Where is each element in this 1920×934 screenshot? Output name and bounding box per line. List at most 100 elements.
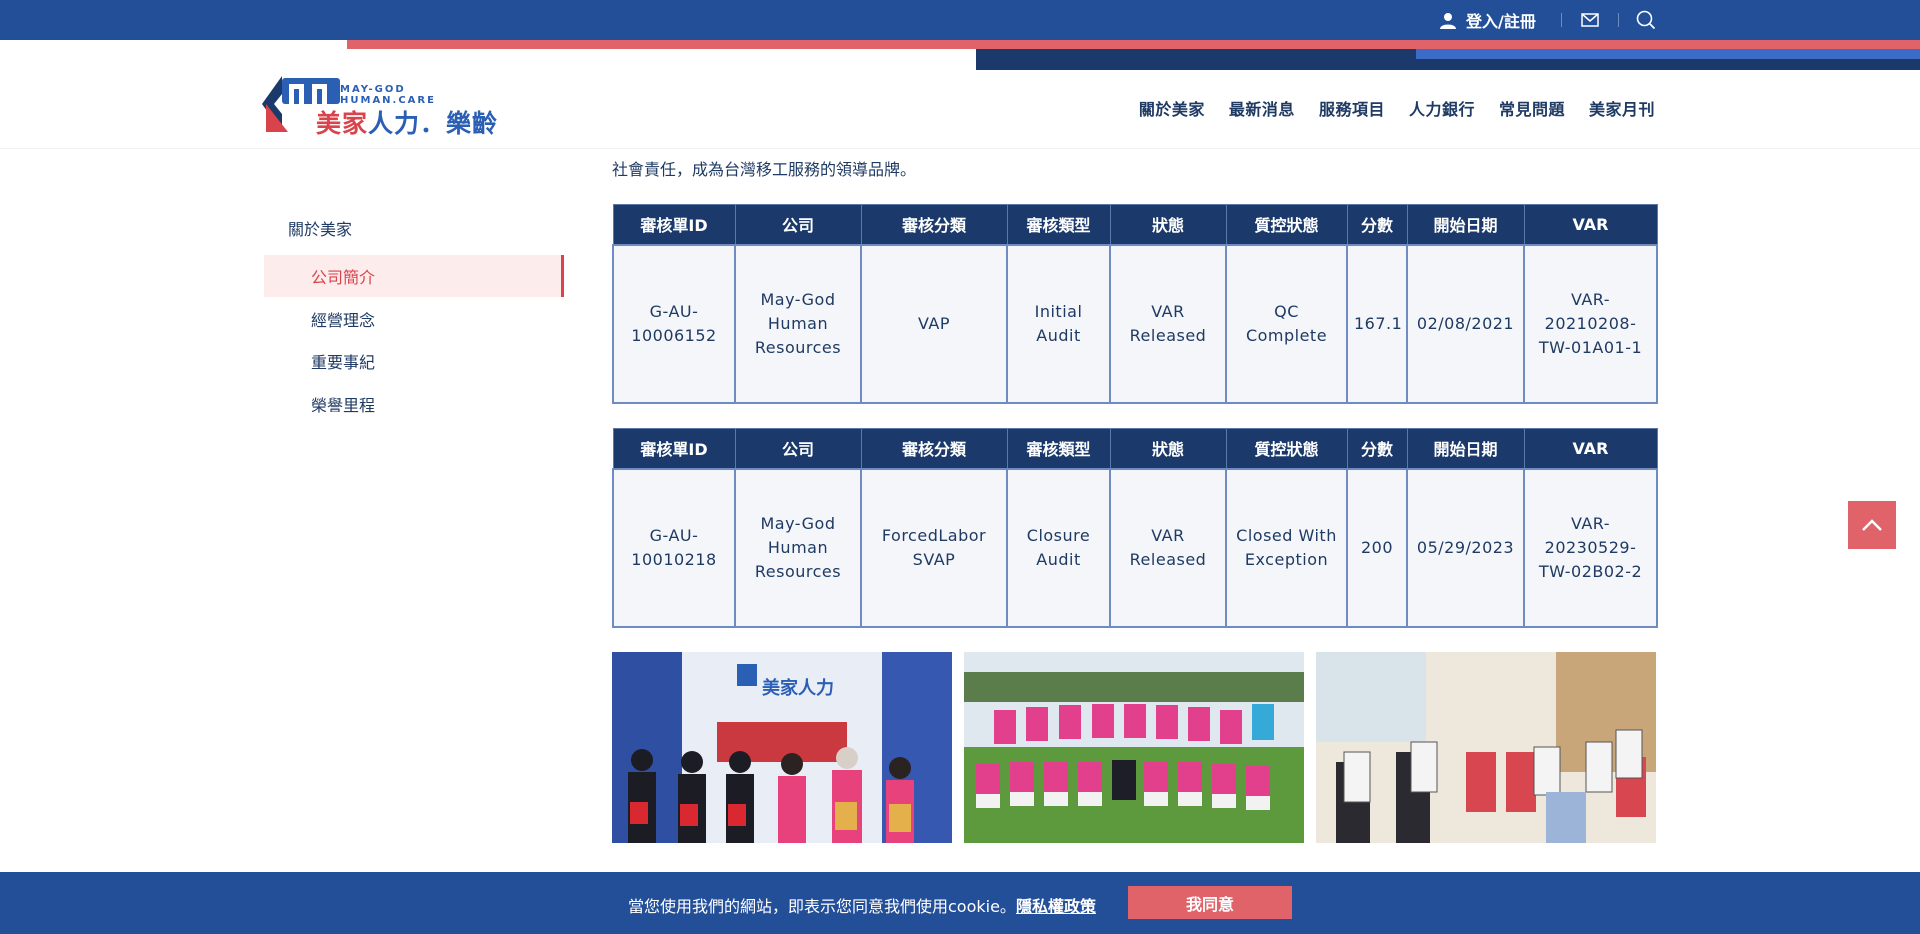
- cell-line: Human: [767, 313, 829, 333]
- column-header: 狀態: [1109, 204, 1227, 245]
- nav-item-monthly[interactable]: 美家月刊: [1589, 96, 1655, 120]
- cell-line: Resources: [754, 561, 842, 581]
- main-nav: 關於美家 最新消息 服務項目 人力銀行 常見問題 美家月刊: [1139, 96, 1655, 120]
- divider: [1561, 13, 1562, 27]
- brand-zh-blue: 人力: [368, 109, 421, 138]
- column-header: 狀態: [1109, 428, 1227, 469]
- cell-line: TW-02B02-2: [1538, 561, 1643, 581]
- mail-icon[interactable]: [1578, 9, 1602, 31]
- cell-line: G-AU-: [649, 525, 699, 545]
- table-cell: 02/08/2021: [1406, 243, 1525, 404]
- table-cell: VAP: [860, 243, 1008, 404]
- cell-line: 02/08/2021: [1416, 313, 1515, 333]
- cell-line: May-God: [760, 289, 836, 309]
- chevron-up-icon: [1862, 519, 1882, 531]
- column-header: 審核單ID: [612, 428, 736, 469]
- sidebar-item-company-intro[interactable]: 公司簡介: [264, 255, 564, 297]
- table-cell: 167.1: [1346, 243, 1408, 404]
- audit-table: 審核單ID 公司 審核分類 審核類型 狀態 質控狀態 分數 開始日期 VAR G-AU- 10010…: [612, 428, 1658, 628]
- nav-item-job-bank[interactable]: 人力銀行: [1409, 96, 1475, 120]
- cell-line: 167.1: [1354, 313, 1403, 333]
- cell-line: 20210208-: [1544, 313, 1637, 333]
- brand-en-line1: MAY-GOD: [340, 84, 406, 95]
- login-register-link[interactable]: 登入/註冊: [1440, 0, 1536, 40]
- back-to-top-button[interactable]: [1848, 501, 1896, 549]
- cell-line: Complete: [1245, 325, 1328, 345]
- sidebar-title: 關於美家: [288, 220, 353, 239]
- nav-item-news[interactable]: 最新消息: [1229, 96, 1295, 120]
- table-row: G-AU- 10006152 May-God Human Resources VAP Ini…: [612, 243, 1658, 404]
- nav-item-about[interactable]: 關於美家: [1139, 96, 1205, 120]
- brand-zh-tail: ．樂齡: [420, 109, 499, 138]
- cell-line: Resources: [754, 337, 842, 357]
- cell-line: Audit: [1036, 549, 1081, 569]
- sidebar-item-honors[interactable]: 榮譽里程: [264, 383, 564, 425]
- table-cell: 05/29/2023: [1406, 467, 1525, 628]
- cookie-consent-bar: 當您使用我們的網站，即表示您同意我們使用cookie。隱私權政策 我同意: [0, 872, 1920, 934]
- decor-stripe-blue: [1416, 49, 1920, 59]
- privacy-policy-link[interactable]: 隱私權政策: [1016, 897, 1096, 916]
- table-cell: 200: [1346, 467, 1408, 628]
- intro-text: 社會責任，成為台灣移工服務的領導品牌。: [612, 160, 917, 179]
- cell-line: Closure: [1026, 525, 1091, 545]
- column-header: 質控狀態: [1225, 428, 1348, 469]
- brand-english: MAY-GOD HUMAN.CARE: [340, 84, 434, 106]
- table-cell: QC Complete: [1225, 243, 1348, 404]
- cookie-message: 當您使用我們的網站，即表示您同意我們使用cookie。隱私權政策: [628, 893, 1096, 917]
- column-header: VAR: [1523, 204, 1658, 245]
- cell-line: 05/29/2023: [1416, 537, 1515, 557]
- cell-line: G-AU-: [649, 301, 699, 321]
- column-header: 審核單ID: [612, 204, 736, 245]
- nav-item-faq[interactable]: 常見問題: [1499, 96, 1565, 120]
- photo-soccer-team: [964, 652, 1304, 843]
- column-header: 審核分類: [860, 428, 1008, 469]
- column-header: VAR: [1523, 428, 1658, 469]
- header-divider: [0, 148, 1920, 149]
- cell-line: Initial: [1034, 301, 1083, 321]
- cell-line: VAR-: [1570, 513, 1611, 533]
- user-icon: [1440, 12, 1456, 29]
- table-cell: VAR Released: [1109, 467, 1227, 628]
- column-header: 審核類型: [1006, 204, 1111, 245]
- table-cell: ForcedLabor SVAP: [860, 467, 1008, 628]
- cookie-agree-button[interactable]: 我同意: [1128, 886, 1292, 919]
- column-header: 質控狀態: [1225, 204, 1348, 245]
- cell-line: Closed With: [1236, 525, 1337, 545]
- photo-group-event: [1316, 652, 1656, 843]
- nav-item-services[interactable]: 服務項目: [1319, 96, 1385, 120]
- cookie-message-text: 當您使用我們的網站，即表示您同意我們使用cookie。: [628, 897, 1016, 916]
- table-cell: G-AU- 10010218: [612, 467, 736, 628]
- table-cell: G-AU- 10006152: [612, 243, 736, 404]
- cell-line: VAR: [1151, 301, 1185, 321]
- table-cell: May-God Human Resources: [734, 243, 862, 404]
- cell-line: SVAP: [912, 549, 956, 569]
- brand-chinese: 美家人力．樂齡: [316, 104, 498, 140]
- column-header: 公司: [734, 428, 862, 469]
- table-header-row: 審核單ID 公司 審核分類 審核類型 狀態 質控狀態 分數 開始日期 VAR: [612, 204, 1658, 245]
- column-header: 開始日期: [1406, 428, 1525, 469]
- column-header: 審核類型: [1006, 428, 1111, 469]
- column-header: 審核分類: [860, 204, 1008, 245]
- banner-text: 美家人力: [762, 677, 834, 699]
- cell-line: 10010218: [631, 549, 717, 569]
- sidebar-item-milestones[interactable]: 重要事紀: [264, 340, 564, 382]
- cell-line: 10006152: [631, 325, 717, 345]
- table-cell: VAR- 20210208- TW-01A01-1: [1523, 243, 1658, 404]
- table-cell: Closure Audit: [1006, 467, 1111, 628]
- cell-line: Exception: [1244, 549, 1329, 569]
- cell-line: Released: [1129, 325, 1207, 345]
- login-label: 登入/註冊: [1466, 12, 1536, 31]
- cell-line: QC: [1274, 301, 1299, 321]
- column-header: 開始日期: [1406, 204, 1525, 245]
- cell-line: TW-01A01-1: [1538, 337, 1643, 357]
- cell-line: VAP: [917, 313, 950, 333]
- search-icon[interactable]: [1634, 9, 1658, 31]
- column-header: 分數: [1346, 204, 1408, 245]
- site-logo[interactable]: MAY-GOD HUMAN.CARE 美家人力．樂齡: [262, 76, 497, 138]
- divider: [1618, 13, 1619, 27]
- photo-team-booth: 美家人力: [612, 652, 952, 843]
- sidebar-item-philosophy[interactable]: 經營理念: [264, 298, 564, 340]
- table-cell: VAR- 20230529- TW-02B02-2: [1523, 467, 1658, 628]
- column-header: 公司: [734, 204, 862, 245]
- cell-line: Released: [1129, 549, 1207, 569]
